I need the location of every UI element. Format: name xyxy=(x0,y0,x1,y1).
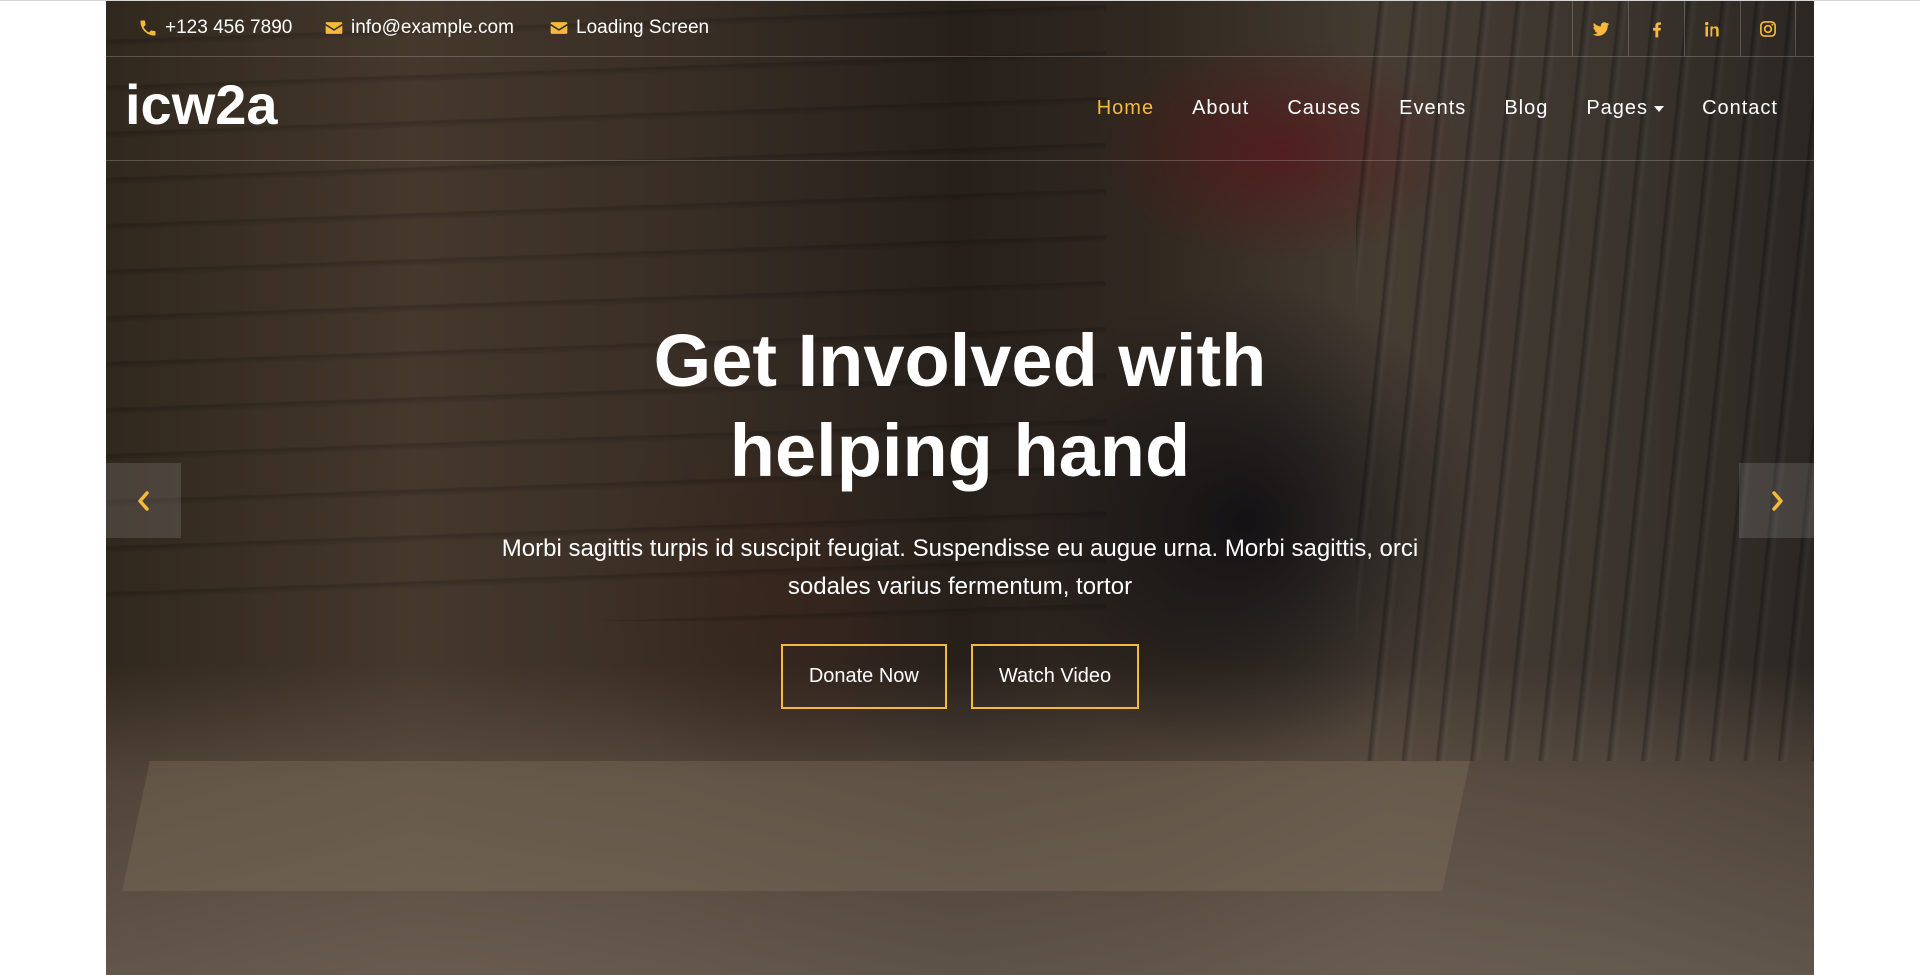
loading-screen-link[interactable]: Loading Screen xyxy=(549,17,709,39)
nav-link-about[interactable]: About xyxy=(1192,97,1249,120)
phone-contact[interactable]: +123 456 7890 xyxy=(138,17,292,39)
chevron-right-icon xyxy=(1771,490,1783,511)
chevron-left-icon xyxy=(137,490,149,511)
facebook-button[interactable] xyxy=(1628,1,1684,56)
hero-caption: Get Involved with helping hand Morbi sag… xyxy=(460,316,1460,709)
nav-link-pages-dropdown[interactable]: Pages xyxy=(1586,97,1665,120)
hero-buttons: Donate Now Watch Video xyxy=(460,644,1460,709)
twitter-button[interactable] xyxy=(1572,1,1628,56)
linkedin-button[interactable] xyxy=(1684,1,1740,56)
twitter-icon xyxy=(1592,21,1609,36)
nav-link-events[interactable]: Events xyxy=(1399,97,1466,120)
carousel-next-button[interactable] xyxy=(1739,463,1814,538)
email-contact[interactable]: info@example.com xyxy=(324,17,514,39)
linkedin-icon xyxy=(1704,21,1719,36)
instagram-button[interactable] xyxy=(1740,1,1796,56)
nav-menu: Home About Causes Events Blog Pages Cont… xyxy=(1059,97,1778,120)
social-links xyxy=(1572,1,1796,56)
envelope-icon xyxy=(324,18,344,38)
topbar: +123 456 7890 info@example.com Loading S… xyxy=(106,1,1814,57)
main-navbar: icw2a Home About Causes Events Blog Page… xyxy=(106,57,1814,161)
phone-icon xyxy=(138,18,158,38)
instagram-icon xyxy=(1760,20,1776,37)
caret-down-icon xyxy=(1654,105,1665,112)
hero-title: Get Involved with helping hand xyxy=(460,316,1460,496)
donate-now-button[interactable]: Donate Now xyxy=(780,644,947,709)
nav-link-contact[interactable]: Contact xyxy=(1702,97,1778,120)
phone-number: +123 456 7890 xyxy=(165,17,293,38)
loading-screen-label: Loading Screen xyxy=(576,17,710,38)
hero-title-line-2: helping hand xyxy=(729,409,1191,492)
hero-carousel: +123 456 7890 info@example.com Loading S… xyxy=(106,1,1814,975)
envelope-icon xyxy=(549,18,569,38)
nav-link-blog[interactable]: Blog xyxy=(1504,97,1548,120)
watch-video-button[interactable]: Watch Video xyxy=(970,644,1140,709)
carousel-prev-button[interactable] xyxy=(106,463,181,538)
nav-link-pages-label: Pages xyxy=(1586,97,1649,119)
nav-link-causes[interactable]: Causes xyxy=(1287,97,1361,120)
facebook-icon xyxy=(1652,21,1661,37)
brand-logo[interactable]: icw2a xyxy=(125,77,278,133)
hero-description: Morbi sagittis turpis id suscipit feugia… xyxy=(501,535,1419,600)
nav-link-home[interactable]: Home xyxy=(1097,97,1154,120)
hero-title-line-1: Get Involved with xyxy=(653,319,1267,402)
email-address: info@example.com xyxy=(351,17,514,38)
